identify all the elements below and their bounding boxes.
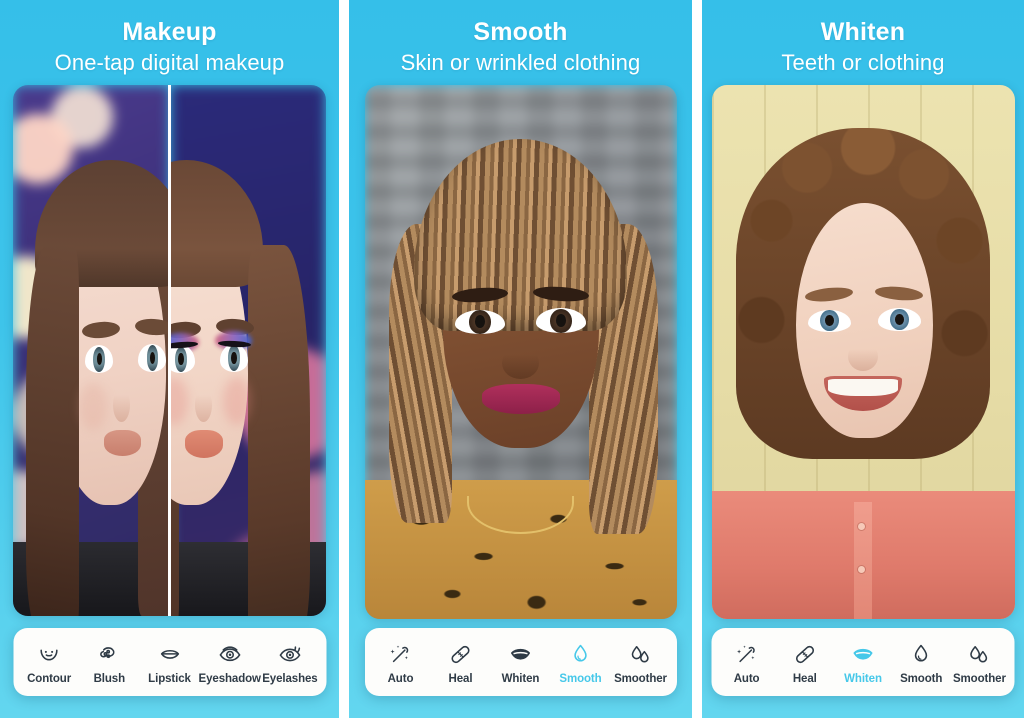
tool-auto[interactable]: Auto: [718, 642, 776, 685]
tool-smooth[interactable]: Smooth: [551, 642, 611, 685]
toolbar-smooth: Auto Heal Whiten Smooth Smoother: [364, 628, 677, 696]
droplet-icon: [909, 642, 934, 668]
shirt-placket: [853, 501, 873, 620]
photo-half-after: [169, 85, 326, 617]
tool-eyeshadow[interactable]: Eyeshadow: [198, 642, 261, 685]
eye-right: [878, 308, 921, 331]
two-droplets-icon: [628, 642, 653, 668]
tool-label: Blush: [93, 672, 126, 685]
panel-subtitle: Teeth or clothing: [781, 49, 945, 75]
teeth-smile-icon: [508, 642, 533, 668]
tool-label: Heal: [792, 672, 817, 685]
droplet-icon: [568, 642, 593, 668]
eye-right: [138, 344, 167, 372]
tool-label: Heal: [448, 672, 473, 685]
contour-face-icon: [37, 642, 62, 668]
portrait: [364, 85, 677, 620]
toolbar-whiten: Auto Heal Whiten Smooth Smoother: [711, 628, 1015, 696]
two-droplets-icon: [967, 642, 992, 668]
tool-whiten[interactable]: Whiten: [491, 642, 551, 685]
tool-heal[interactable]: Heal: [776, 642, 834, 685]
tool-label: Contour: [27, 672, 72, 685]
panel-gap: [692, 0, 702, 718]
eye-left: [808, 309, 851, 332]
photo-card-smooth: [364, 85, 677, 620]
eye-left: [169, 345, 195, 374]
screenshot-root: Makeup One-tap digital makeup Contour Bl…: [0, 0, 1024, 718]
tool-label: Auto: [733, 672, 760, 685]
panel-header-smooth: Smooth Skin or wrinkled clothing: [349, 0, 692, 76]
eye-right: [536, 308, 586, 334]
tool-label: Eyeshadow: [198, 672, 261, 685]
tool-label: Smooth: [559, 672, 602, 685]
tool-smoother[interactable]: Smoother: [950, 642, 1008, 685]
panel-subtitle: One-tap digital makeup: [54, 49, 285, 75]
tool-smooth[interactable]: Smooth: [892, 642, 950, 685]
magic-wand-icon: [388, 642, 413, 668]
tool-lipstick[interactable]: Lipstick: [139, 642, 199, 685]
panel-title: Makeup: [122, 18, 217, 46]
tool-label: Whiten: [501, 672, 540, 685]
portrait-before: [13, 85, 170, 617]
tool-label: Smoother: [952, 672, 1006, 685]
panel-header-whiten: Whiten Teeth or clothing: [702, 0, 1024, 76]
lips-icon: [157, 642, 182, 668]
tool-label: Eyelashes: [262, 672, 318, 685]
lips: [103, 430, 142, 456]
photo-card-whiten: [711, 85, 1015, 620]
nose: [501, 346, 540, 379]
tool-smoother[interactable]: Smoother: [611, 642, 671, 685]
eyelash-eye-icon: [277, 642, 302, 668]
tool-eyelashes[interactable]: Eyelashes: [260, 642, 320, 685]
eye-right: [219, 344, 248, 372]
portrait-after: [169, 85, 326, 617]
panel-makeup: Makeup One-tap digital makeup Contour Bl…: [0, 0, 339, 718]
tool-label: Auto: [387, 672, 414, 685]
tool-contour[interactable]: Contour: [19, 642, 79, 685]
teeth-smile-icon: [851, 642, 876, 668]
teeth: [828, 379, 898, 396]
nose: [194, 387, 212, 423]
eye-left: [454, 309, 505, 335]
tool-label: Smoother: [614, 672, 667, 685]
photo-card-makeup: [13, 85, 326, 617]
before-after-divider[interactable]: [168, 85, 171, 617]
portrait: [711, 85, 1015, 620]
panel-title: Smooth: [473, 18, 568, 46]
photo-half-before: [13, 85, 170, 617]
panel-whiten: Whiten Teeth or clothing Auto Heal White…: [702, 0, 1024, 718]
toolbar-makeup: Contour Blush Lipstick Eyeshadow Eyelash…: [13, 628, 326, 696]
hair-side-left: [25, 244, 79, 617]
bandage-icon: [792, 642, 817, 668]
tool-label: Lipstick: [148, 672, 191, 685]
bandage-icon: [448, 642, 473, 668]
blush-icon: [97, 642, 122, 668]
hair-side-right: [247, 244, 311, 617]
eye-left: [84, 345, 114, 374]
panel-header-makeup: Makeup One-tap digital makeup: [0, 0, 339, 76]
tool-heal[interactable]: Heal: [431, 642, 491, 685]
tool-auto[interactable]: Auto: [371, 642, 431, 685]
blush-right: [222, 377, 251, 426]
lipstick-lips: [185, 430, 223, 458]
tool-whiten[interactable]: Whiten: [834, 642, 892, 685]
panel-smooth: Smooth Skin or wrinkled clothing Auto He…: [349, 0, 692, 718]
nose: [847, 341, 879, 371]
panel-title: Whiten: [820, 18, 906, 46]
panel-gap: [339, 0, 349, 718]
panel-subtitle: Skin or wrinkled clothing: [400, 49, 641, 75]
braids-top: [414, 138, 627, 331]
tool-label: Whiten: [844, 672, 882, 685]
magic-wand-icon: [734, 642, 759, 668]
tool-label: Smooth: [900, 672, 943, 685]
cheek: [78, 382, 107, 431]
eye-icon: [217, 642, 242, 668]
tool-blush[interactable]: Blush: [79, 642, 139, 685]
lips: [481, 384, 560, 415]
